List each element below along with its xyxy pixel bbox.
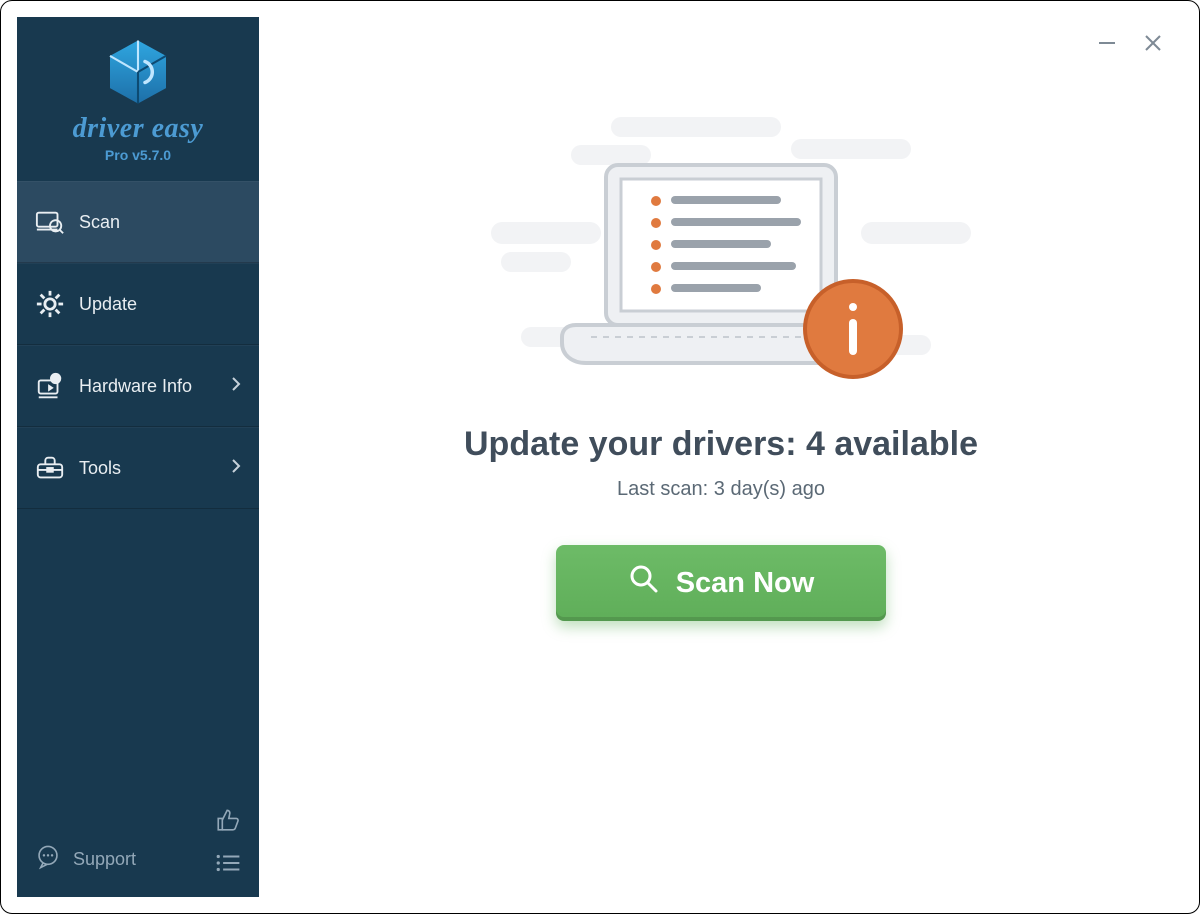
headline-text: Update your drivers: 4 available bbox=[464, 425, 978, 464]
minimize-button[interactable] bbox=[1095, 31, 1119, 55]
sidebar-nav: Scan bbox=[17, 181, 259, 509]
sidebar-item-label: Update bbox=[79, 294, 241, 315]
chevron-right-icon bbox=[231, 458, 241, 479]
version-label: Pro v5.7.0 bbox=[17, 147, 259, 163]
chevron-right-icon bbox=[231, 376, 241, 397]
scan-now-label: Scan Now bbox=[676, 567, 815, 600]
scan-icon bbox=[35, 207, 65, 237]
toolbox-icon bbox=[35, 453, 65, 483]
last-scan-text: Last scan: 3 day(s) ago bbox=[617, 478, 825, 501]
scan-now-button[interactable]: Scan Now bbox=[556, 545, 886, 621]
thumbs-up-icon[interactable] bbox=[215, 807, 241, 838]
svg-text:i: i bbox=[54, 374, 56, 384]
window-controls bbox=[1095, 31, 1165, 55]
scan-illustration bbox=[461, 97, 981, 397]
hardware-icon: i bbox=[35, 371, 65, 401]
sidebar-item-scan[interactable]: Scan bbox=[17, 181, 259, 263]
support-label: Support bbox=[73, 849, 136, 870]
sidebar-item-label: Scan bbox=[79, 212, 241, 233]
search-icon bbox=[628, 563, 660, 603]
app-root: driver easy Pro v5.7.0 Scan bbox=[17, 17, 1183, 897]
support-button[interactable]: Support bbox=[35, 844, 136, 875]
sidebar-item-label: Hardware Info bbox=[79, 376, 217, 397]
sidebar: driver easy Pro v5.7.0 Scan bbox=[17, 17, 259, 897]
sidebar-side-actions bbox=[215, 807, 241, 879]
sidebar-footer: Support bbox=[17, 826, 259, 897]
sidebar-item-tools[interactable]: Tools bbox=[17, 427, 259, 509]
main-panel: Update your drivers: 4 available Last sc… bbox=[259, 17, 1183, 897]
close-button[interactable] bbox=[1141, 31, 1165, 55]
sidebar-item-hardware-info[interactable]: i Hardware Info bbox=[17, 345, 259, 427]
info-badge-icon bbox=[805, 281, 901, 377]
brand-block: driver easy Pro v5.7.0 bbox=[17, 17, 259, 181]
sidebar-item-label: Tools bbox=[79, 458, 217, 479]
list-icon[interactable] bbox=[215, 852, 241, 879]
content-area: Update your drivers: 4 available Last sc… bbox=[259, 17, 1183, 897]
product-name: driver easy bbox=[17, 113, 259, 145]
chat-icon bbox=[35, 844, 61, 875]
gear-icon bbox=[35, 289, 65, 319]
app-window: driver easy Pro v5.7.0 Scan bbox=[0, 0, 1200, 914]
sidebar-item-update[interactable]: Update bbox=[17, 263, 259, 345]
logo-icon bbox=[17, 37, 259, 107]
